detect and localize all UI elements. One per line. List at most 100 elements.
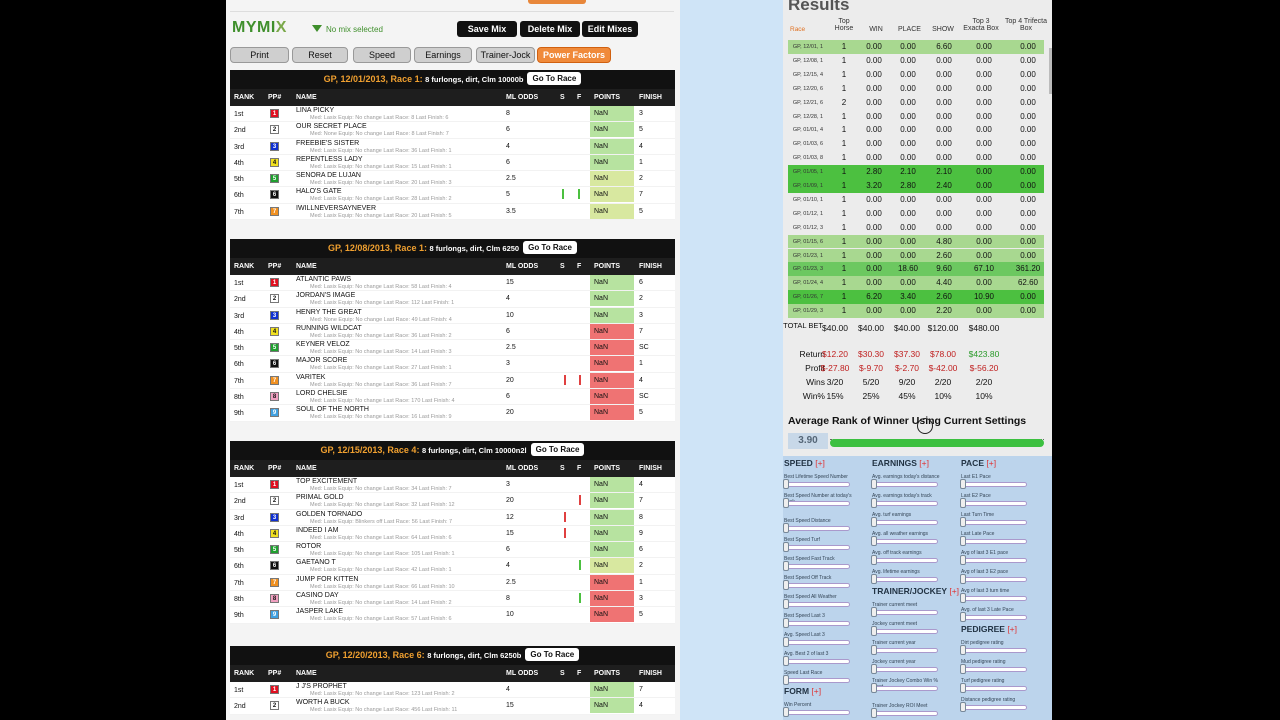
horse-name[interactable]: TOP EXCITEMENT (296, 478, 357, 485)
result-row[interactable]: GP, 01/01, 4 1 0.00 0.00 0.00 0.00 0.00 (788, 123, 1044, 137)
earnings-button[interactable]: Earnings (414, 47, 472, 63)
factor-slider[interactable]: Dirt pedigree rating (960, 640, 1039, 655)
slider-track[interactable] (784, 678, 850, 683)
slider-track[interactable] (872, 629, 938, 634)
horse-name[interactable]: JASPER LAKE (296, 608, 343, 615)
factor-slider[interactable]: Avg. Best 2 of last 3 (783, 651, 862, 666)
factor-slider[interactable]: Last Late Pace (960, 531, 1039, 546)
reset-button[interactable]: Reset (292, 47, 348, 63)
slider-handle[interactable] (783, 707, 789, 717)
slider-handle[interactable] (783, 599, 789, 609)
horse-name[interactable]: MAJOR SCORE (296, 357, 347, 364)
horse-name[interactable]: REPENTLESS LADY (296, 156, 363, 163)
slider-track[interactable] (784, 602, 850, 607)
factor-slider[interactable]: Avg. earnings today's distance (871, 474, 950, 489)
slider-handle[interactable] (960, 612, 966, 622)
slider-handle[interactable] (783, 618, 789, 628)
power-factors-button[interactable]: Power Factors (537, 47, 611, 63)
slider-handle[interactable] (871, 574, 877, 584)
slider-handle[interactable] (783, 561, 789, 571)
go-to-race-button[interactable]: Go To Race (525, 648, 580, 661)
slider-handle[interactable] (871, 555, 877, 565)
slider-track[interactable] (784, 564, 850, 569)
slider-track[interactable] (872, 577, 938, 582)
horse-row[interactable]: 6th 6 HALO'S GATE Med: Lasix Equip: No chan… (230, 187, 675, 204)
factor-slider[interactable]: Avg. earnings today's track (871, 493, 950, 508)
result-row[interactable]: GP, 12/21, 6 2 0.00 0.00 0.00 0.00 0.00 (788, 96, 1044, 110)
slider-handle[interactable] (871, 683, 877, 693)
factor-slider[interactable]: Trainer current year (871, 640, 950, 655)
slider-track[interactable] (872, 711, 938, 716)
result-row[interactable]: GP, 01/10, 1 1 0.00 0.00 0.00 0.00 0.00 (788, 193, 1044, 207)
slider-handle[interactable] (960, 574, 966, 584)
slider-handle[interactable] (871, 708, 877, 718)
horse-name[interactable]: VARITEK (296, 374, 325, 381)
slider-handle[interactable] (871, 626, 877, 636)
result-row[interactable]: GP, 01/12, 3 1 0.00 0.00 0.00 0.00 0.00 (788, 221, 1044, 235)
horse-name[interactable]: IWILLNEVERSAYNEVER (296, 205, 376, 212)
slider-handle[interactable] (871, 498, 877, 508)
result-row[interactable]: GP, 12/20, 6 1 0.00 0.00 0.00 0.00 0.00 (788, 82, 1044, 96)
slider-track[interactable] (784, 501, 850, 506)
horse-row[interactable]: 1st 1 TOP EXCITEMENT Med: Lasix Equip: No c… (230, 477, 675, 494)
slider-handle[interactable] (871, 664, 877, 674)
horse-name[interactable]: FREEBIE'S SISTER (296, 140, 359, 147)
horse-row[interactable]: 2nd 2 JORDAN'S IMAGE Med: Lasix Equip: No c… (230, 291, 675, 308)
expand-toggle[interactable]: [+] (1007, 624, 1017, 634)
slider-track[interactable] (784, 640, 850, 645)
slider-track[interactable] (961, 501, 1027, 506)
speed-button[interactable]: Speed (353, 47, 411, 63)
factor-slider[interactable]: Avg. turf earnings (871, 512, 950, 527)
horse-row[interactable]: 8th 8 CASINO DAY Med: Lasix Equip: No chang… (230, 591, 675, 608)
horse-name[interactable]: SOUL OF THE NORTH (296, 406, 369, 413)
slider-handle[interactable] (960, 536, 966, 546)
save-mix-button[interactable]: Save Mix (457, 21, 517, 37)
horse-name[interactable]: JORDAN'S IMAGE (296, 292, 355, 299)
expand-toggle[interactable]: [+] (949, 586, 959, 596)
factor-slider[interactable]: Jockey current year (871, 659, 950, 674)
delete-mix-button[interactable]: Delete Mix (520, 21, 580, 37)
factor-slider[interactable]: Avg. off track earnings (871, 550, 950, 565)
horse-row[interactable]: 4th 4 INDEED I AM Med: Lasix Equip: No chan… (230, 525, 675, 543)
horse-row[interactable]: 1st 1 LINA PICKY Med: Lasix Equip: No chang… (230, 106, 675, 123)
factor-section-pace[interactable]: PACE [+] (961, 458, 996, 468)
slider-track[interactable] (784, 482, 850, 487)
slider-track[interactable] (961, 705, 1027, 710)
horse-row[interactable]: 3rd 3 GOLDEN TORNADO Med: Lasix Equip: Blin… (230, 509, 675, 526)
horse-row[interactable]: 2nd 2 PRIMAL GOLD Med: Lasix Equip: No chan… (230, 493, 675, 510)
slider-track[interactable] (961, 667, 1027, 672)
slider-handle[interactable] (783, 675, 789, 685)
slider-track[interactable] (872, 482, 938, 487)
slider-handle[interactable] (960, 517, 966, 527)
result-row[interactable]: GP, 01/03, 6 1 0.00 0.00 0.00 0.00 0.00 (788, 137, 1044, 151)
result-row[interactable]: GP, 01/03, 8 1 0.00 0.00 0.00 0.00 0.00 (788, 151, 1044, 165)
horse-row[interactable]: 7th 7 JUMP FOR KITTEN Med: Lasix Equip: No … (230, 574, 675, 592)
horse-name[interactable]: CASINO DAY (296, 592, 339, 599)
result-row[interactable]: GP, 01/09, 1 1 3.20 2.80 2.40 0.00 0.00 (788, 179, 1044, 193)
print-button[interactable]: Print (230, 47, 289, 63)
factor-slider[interactable]: Avg. lifetime earnings (871, 569, 950, 584)
horse-row[interactable]: 7th 7 IWILLNEVERSAYNEVER Med: Lasix Equip: … (230, 203, 675, 221)
go-to-race-button[interactable]: Go To Race (530, 443, 585, 456)
top-orange-button[interactable] (528, 0, 586, 4)
factor-slider[interactable]: Best Speed Number at today's track (783, 493, 862, 508)
result-row[interactable]: GP, 01/26, 7 1 6.20 3.40 2.60 10.90 0.00 (788, 290, 1044, 305)
factor-slider[interactable]: Trainer Jockey Combo Win % Meet (871, 678, 950, 693)
slider-track[interactable] (961, 577, 1027, 582)
horse-row[interactable]: 7th 7 VARITEK Med: Lasix Equip: No change L… (230, 372, 675, 390)
horse-name[interactable]: SENORA DE LUJAN (296, 172, 361, 179)
slider-track[interactable] (784, 710, 850, 715)
factor-slider[interactable]: Avg of last 3 E1 pace (960, 550, 1039, 565)
factor-slider[interactable]: Distance pedigree rating (960, 697, 1039, 712)
slider-handle[interactable] (871, 645, 877, 655)
horse-name[interactable]: RUNNING WILDCAT (296, 325, 362, 332)
edit-mixes-button[interactable]: Edit Mixes (582, 21, 638, 37)
slider-track[interactable] (872, 558, 938, 563)
slider-handle[interactable] (960, 664, 966, 674)
slider-handle[interactable] (960, 479, 966, 489)
result-row[interactable]: GP, 01/24, 4 1 0.00 0.00 4.40 0.00 62.60 (788, 276, 1044, 291)
slider-track[interactable] (961, 558, 1027, 563)
horse-name[interactable]: GAETANO T (296, 559, 336, 566)
horse-row[interactable]: 9th 9 JASPER LAKE Med: Lasix Equip: No chan… (230, 607, 675, 624)
slider-handle[interactable] (960, 683, 966, 693)
